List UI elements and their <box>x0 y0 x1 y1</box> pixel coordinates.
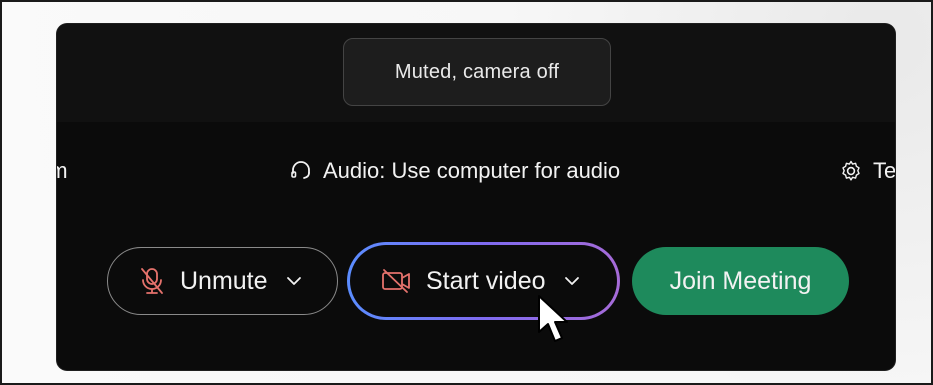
unmute-label: Unmute <box>180 266 268 295</box>
join-controls: Unmute Start video Join Meeting <box>57 220 895 370</box>
preview-area: Muted, camera off <box>57 24 895 122</box>
audio-option-label: Audio: Use computer for audio <box>323 158 621 183</box>
mouse-cursor-icon <box>536 294 570 346</box>
option-partial-left[interactable]: em <box>57 122 68 220</box>
status-toast: Muted, camera off <box>343 38 611 106</box>
chevron-down-icon[interactable] <box>564 276 580 286</box>
start-video-label: Start video <box>426 266 546 295</box>
unmute-button[interactable]: Unmute <box>107 247 338 315</box>
headset-icon <box>289 159 313 183</box>
start-video-focus-ring: Start video <box>347 242 620 320</box>
option-partial-left-label: em <box>57 158 68 183</box>
audio-options-bar: em Audio: Use computer for audio <box>57 122 895 220</box>
chevron-down-icon[interactable] <box>286 276 302 286</box>
app-window: Muted, camera off em Audio: Use computer… <box>0 0 933 385</box>
join-meeting-button[interactable]: Join Meeting <box>632 247 849 315</box>
gear-icon <box>839 159 863 183</box>
meeting-preview-panel: Muted, camera off em Audio: Use computer… <box>57 24 895 370</box>
option-partial-right[interactable]: Te <box>839 122 895 220</box>
option-partial-right-label: Te <box>873 158 895 183</box>
microphone-muted-icon <box>138 266 166 296</box>
start-video-button[interactable]: Start video <box>350 245 617 317</box>
join-meeting-label: Join Meeting <box>669 266 812 295</box>
camera-off-icon <box>380 268 412 294</box>
audio-option[interactable]: Audio: Use computer for audio <box>289 122 620 220</box>
status-text: Muted, camera off <box>394 60 560 83</box>
